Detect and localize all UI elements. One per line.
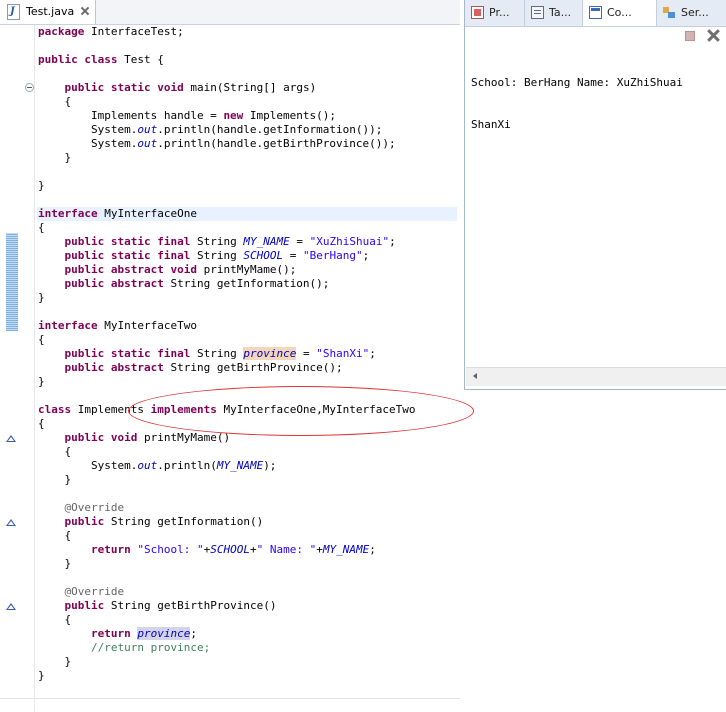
code-line[interactable]: Implements handle = new Implements(); bbox=[38, 109, 336, 123]
code-line[interactable]: System.out.println(MY_NAME); bbox=[38, 459, 276, 473]
code-line[interactable]: package InterfaceTest; bbox=[38, 25, 184, 39]
code-line[interactable]: public static void main(String[] args) bbox=[38, 81, 317, 95]
code-line[interactable]: public static final String MY_NAME = "Xu… bbox=[38, 235, 396, 249]
code-line[interactable]: return "School: "+SCHOOL+" Name: "+MY_NA… bbox=[38, 543, 376, 557]
java-file-icon: J bbox=[7, 4, 20, 20]
code-line[interactable]: public abstract void printMyMame(); bbox=[38, 263, 297, 277]
console-toolbar bbox=[465, 26, 726, 44]
code-line[interactable]: { bbox=[38, 613, 71, 627]
code-line[interactable]: { bbox=[38, 445, 71, 459]
code-line[interactable]: } bbox=[38, 669, 45, 683]
console-icon bbox=[589, 6, 602, 19]
editor-ruler bbox=[0, 25, 35, 712]
code-line[interactable]: interface MyInterfaceOne bbox=[38, 207, 197, 221]
close-icon[interactable] bbox=[80, 6, 90, 16]
code-line[interactable]: System.out.println(handle.getInformation… bbox=[38, 123, 382, 137]
editor-bottom-divider bbox=[0, 698, 460, 699]
console-view: Pr... Ta... Co... Ser... School: BerHang… bbox=[464, 0, 726, 390]
code-line[interactable]: } bbox=[38, 473, 71, 487]
code-line[interactable]: //return province; bbox=[38, 641, 210, 655]
tab-label: Ser... bbox=[681, 6, 709, 19]
horizontal-scrollbar[interactable] bbox=[466, 367, 726, 386]
remove-all-terminated-icon[interactable] bbox=[707, 29, 720, 42]
tab-servers[interactable]: Ser... bbox=[657, 0, 726, 26]
code-editor[interactable]: package InterfaceTest; public class Test … bbox=[38, 25, 460, 712]
implements-method-icon bbox=[6, 435, 16, 442]
code-line[interactable]: @Override bbox=[38, 585, 125, 599]
console-output[interactable]: School: BerHang Name: XuZhiShuai ShanXi bbox=[471, 48, 683, 160]
code-line[interactable]: } bbox=[38, 179, 45, 193]
console-line: School: BerHang Name: XuZhiShuai bbox=[471, 76, 683, 89]
code-line[interactable]: public static final String SCHOOL = "Ber… bbox=[38, 249, 370, 263]
fold-collapse-icon[interactable] bbox=[25, 83, 34, 92]
code-line[interactable]: } bbox=[38, 291, 45, 305]
code-line[interactable]: } bbox=[38, 375, 45, 389]
terminate-icon[interactable] bbox=[685, 31, 695, 41]
tab-problems[interactable]: Pr... bbox=[465, 0, 525, 26]
editor-tab-bar: J Test.java bbox=[0, 0, 460, 25]
code-line[interactable]: public static final String province = "S… bbox=[38, 347, 376, 361]
code-line[interactable]: System.out.println(handle.getBirthProvin… bbox=[38, 137, 396, 151]
editor-tab-label: Test.java bbox=[26, 5, 75, 18]
tab-tasks[interactable]: Ta... bbox=[525, 0, 583, 26]
tab-label: Co... bbox=[607, 6, 632, 19]
code-line[interactable]: return province; bbox=[38, 627, 197, 641]
console-line: ShanXi bbox=[471, 118, 511, 131]
code-line[interactable]: public abstract String getInformation(); bbox=[38, 277, 330, 291]
annotation-ellipse bbox=[128, 386, 474, 436]
code-line[interactable]: { bbox=[38, 221, 45, 235]
code-line[interactable]: public abstract String getBirthProvince(… bbox=[38, 361, 343, 375]
code-line[interactable]: { bbox=[38, 529, 71, 543]
code-line[interactable]: @Override bbox=[38, 501, 125, 515]
implements-method-icon bbox=[6, 519, 16, 526]
editor-tab-test-java[interactable]: J Test.java bbox=[0, 0, 96, 24]
tab-label: Ta... bbox=[549, 6, 572, 19]
scroll-left-icon[interactable] bbox=[473, 373, 477, 379]
code-line[interactable]: { bbox=[38, 333, 45, 347]
code-line[interactable]: } bbox=[38, 151, 71, 165]
code-line[interactable]: interface MyInterfaceTwo bbox=[38, 319, 197, 333]
code-line[interactable]: } bbox=[38, 557, 71, 571]
servers-icon bbox=[663, 6, 676, 19]
problems-icon bbox=[471, 6, 484, 19]
code-line[interactable]: public String getInformation() bbox=[38, 515, 264, 529]
tab-console[interactable]: Co... bbox=[583, 0, 657, 26]
code-line[interactable]: public class Test { bbox=[38, 53, 164, 67]
change-bar bbox=[6, 233, 18, 331]
code-line[interactable]: public void printMyMame() bbox=[38, 431, 231, 445]
code-line[interactable]: } bbox=[38, 655, 71, 669]
implements-method-icon bbox=[6, 603, 16, 610]
code-line[interactable]: public String getBirthProvince() bbox=[38, 599, 277, 613]
view-tab-bar: Pr... Ta... Co... Ser... bbox=[465, 0, 726, 27]
tab-label: Pr... bbox=[489, 6, 510, 19]
code-line[interactable]: { bbox=[38, 95, 71, 109]
code-line[interactable]: { bbox=[38, 417, 45, 431]
tasks-icon bbox=[531, 6, 544, 19]
